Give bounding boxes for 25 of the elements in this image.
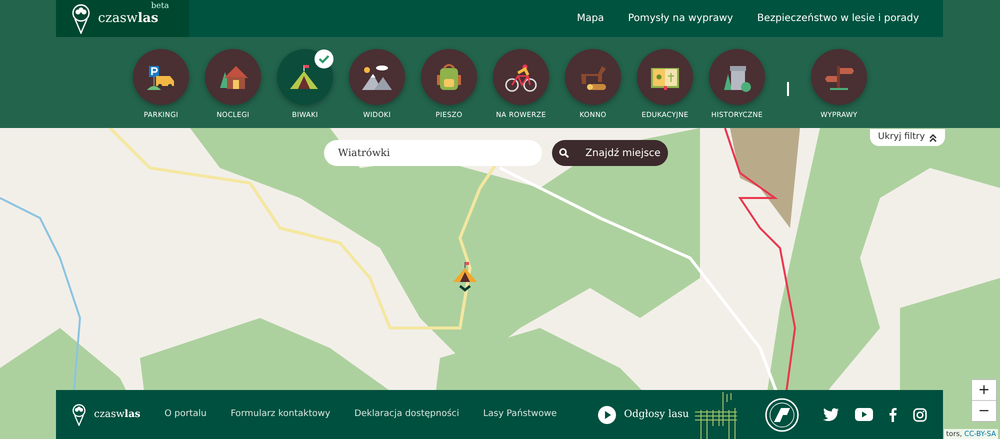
camera-icon[interactable] (913, 408, 927, 422)
search-field[interactable]: Wiatrówki (324, 140, 542, 166)
footer-link[interactable]: Deklaracja dostępności (354, 408, 460, 422)
bird-icon[interactable] (823, 408, 839, 421)
footer-link[interactable]: O portalu (164, 408, 207, 422)
round-emblem-icon[interactable] (765, 398, 799, 432)
find-place-button[interactable]: Znajdź miejsce (552, 140, 668, 166)
footer-logo-text[interactable]: czaswlas (94, 407, 140, 422)
check-badge-icon (314, 49, 334, 70)
nav-link[interactable]: Pomysły na wyprawy (628, 11, 734, 26)
letter-f-icon[interactable] (889, 407, 897, 422)
hide-filters-button[interactable]: Ukryj filtry (870, 129, 945, 146)
forest-pin-logo-icon (72, 4, 90, 34)
double-chevron-up-icon (928, 134, 937, 142)
forest-pin-logo-icon (72, 404, 86, 426)
play-icon (598, 406, 616, 424)
nav-link[interactable]: Bezpieczeństwo w lesie i porady (757, 11, 919, 26)
search-icon (559, 148, 570, 158)
cyclist-icon (504, 62, 538, 92)
nav-link[interactable]: Mapa (576, 11, 604, 26)
footer-link[interactable]: Lasy Państwowe (483, 408, 557, 422)
video-play-icon[interactable] (855, 408, 873, 421)
forest-sounds-link[interactable]: Odgłosy lasu (598, 406, 689, 424)
tent-marker-icon[interactable] (452, 260, 478, 292)
footer-link[interactable]: Formularz kontaktowy (230, 408, 330, 422)
